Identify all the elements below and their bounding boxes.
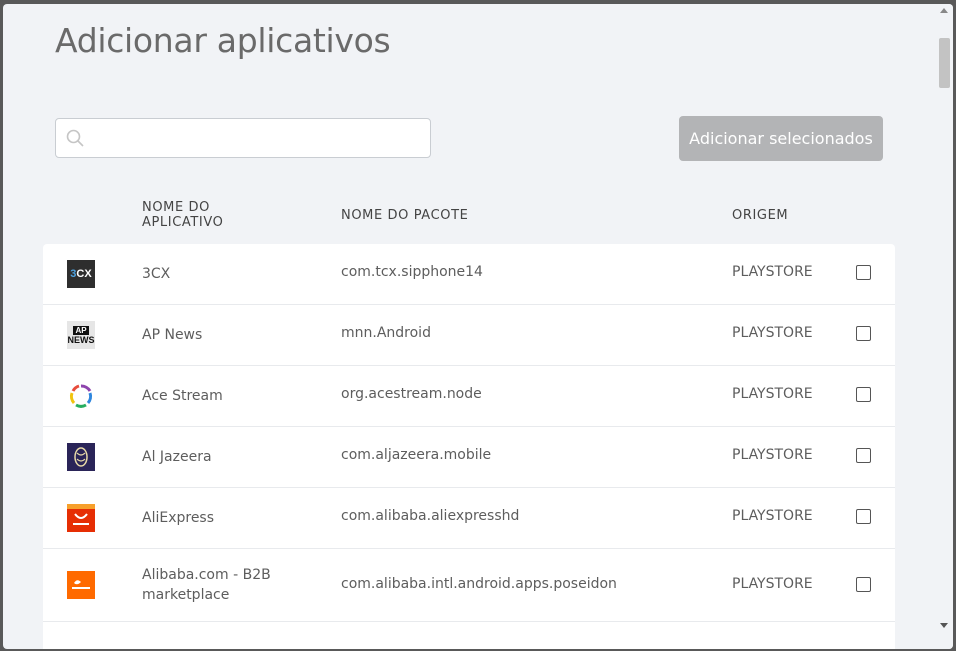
app-name: Ace Stream xyxy=(142,388,223,404)
select-checkbox[interactable] xyxy=(856,265,871,280)
ace-stream-icon xyxy=(67,382,95,410)
apps-table: 3 CX 3CX com.tcx.sipphone14 PLAYSTORE AP N… xyxy=(43,244,895,649)
app-name: AliExpress xyxy=(142,510,215,526)
app-name: 3CX xyxy=(142,266,171,282)
alibaba-icon xyxy=(67,571,95,599)
search-icon xyxy=(66,129,84,147)
origin: PLAYSTORE xyxy=(732,386,813,402)
column-header-package-name: NOME DO PACOTE xyxy=(341,208,469,223)
select-checkbox[interactable] xyxy=(856,448,871,463)
package-name: org.acestream.node xyxy=(341,386,482,402)
package-name: com.alibaba.aliexpresshd xyxy=(341,508,520,524)
add-selected-button[interactable]: Adicionar selecionados xyxy=(679,116,883,161)
column-header-app-name: NOME DO APLICATIVO xyxy=(142,200,224,230)
table-row[interactable]: Alibaba.com - B2B marketplace com.alibab… xyxy=(43,549,895,622)
origin: PLAYSTORE xyxy=(732,447,813,463)
search-input[interactable] xyxy=(92,119,426,159)
scroll-up-arrow-icon[interactable] xyxy=(940,8,948,13)
select-checkbox[interactable] xyxy=(856,387,871,402)
aliexpress-icon xyxy=(67,504,95,532)
al-jazeera-icon xyxy=(67,443,95,471)
column-header-origin: ORIGEM xyxy=(732,208,789,223)
origin: PLAYSTORE xyxy=(732,264,813,280)
table-row[interactable]: 3 CX 3CX com.tcx.sipphone14 PLAYSTORE xyxy=(43,244,895,305)
package-name: mnn.Android xyxy=(341,325,431,341)
modal-title: Adicionar aplicativos xyxy=(55,21,391,60)
scroll-down-arrow-icon[interactable] xyxy=(940,623,948,628)
package-name: com.tcx.sipphone14 xyxy=(341,264,483,280)
search-box[interactable] xyxy=(55,118,431,159)
select-checkbox[interactable] xyxy=(856,326,871,341)
app-name: Alibaba.com - B2B marketplace xyxy=(142,567,271,603)
table-row[interactable]: AP NEWS AP News mnn.Android PLAYSTORE xyxy=(43,305,895,366)
ap-news-icon: AP NEWS xyxy=(67,321,95,349)
table-row[interactable]: AliExpress com.alibaba.aliexpresshd PLAY… xyxy=(43,488,895,549)
add-apps-modal: Adicionar aplicativos Adicionar selecion… xyxy=(3,4,953,649)
package-name: com.aljazeera.mobile xyxy=(341,447,492,463)
origin: PLAYSTORE xyxy=(732,325,813,341)
app-name: Al Jazeera xyxy=(142,449,212,465)
3cx-icon: 3 CX xyxy=(67,260,95,288)
select-checkbox[interactable] xyxy=(856,577,871,592)
table-row[interactable]: Ace Stream org.acestream.node PLAYSTORE xyxy=(43,366,895,427)
modal-scrollbar[interactable] xyxy=(936,4,953,649)
scrollbar-thumb[interactable] xyxy=(939,38,950,88)
origin: PLAYSTORE xyxy=(732,576,813,592)
select-checkbox[interactable] xyxy=(856,509,871,524)
app-name: AP News xyxy=(142,327,203,343)
origin: PLAYSTORE xyxy=(732,508,813,524)
package-name: com.alibaba.intl.android.apps.poseidon xyxy=(341,576,617,592)
table-row[interactable]: Al Jazeera com.aljazeera.mobile PLAYSTOR… xyxy=(43,427,895,488)
